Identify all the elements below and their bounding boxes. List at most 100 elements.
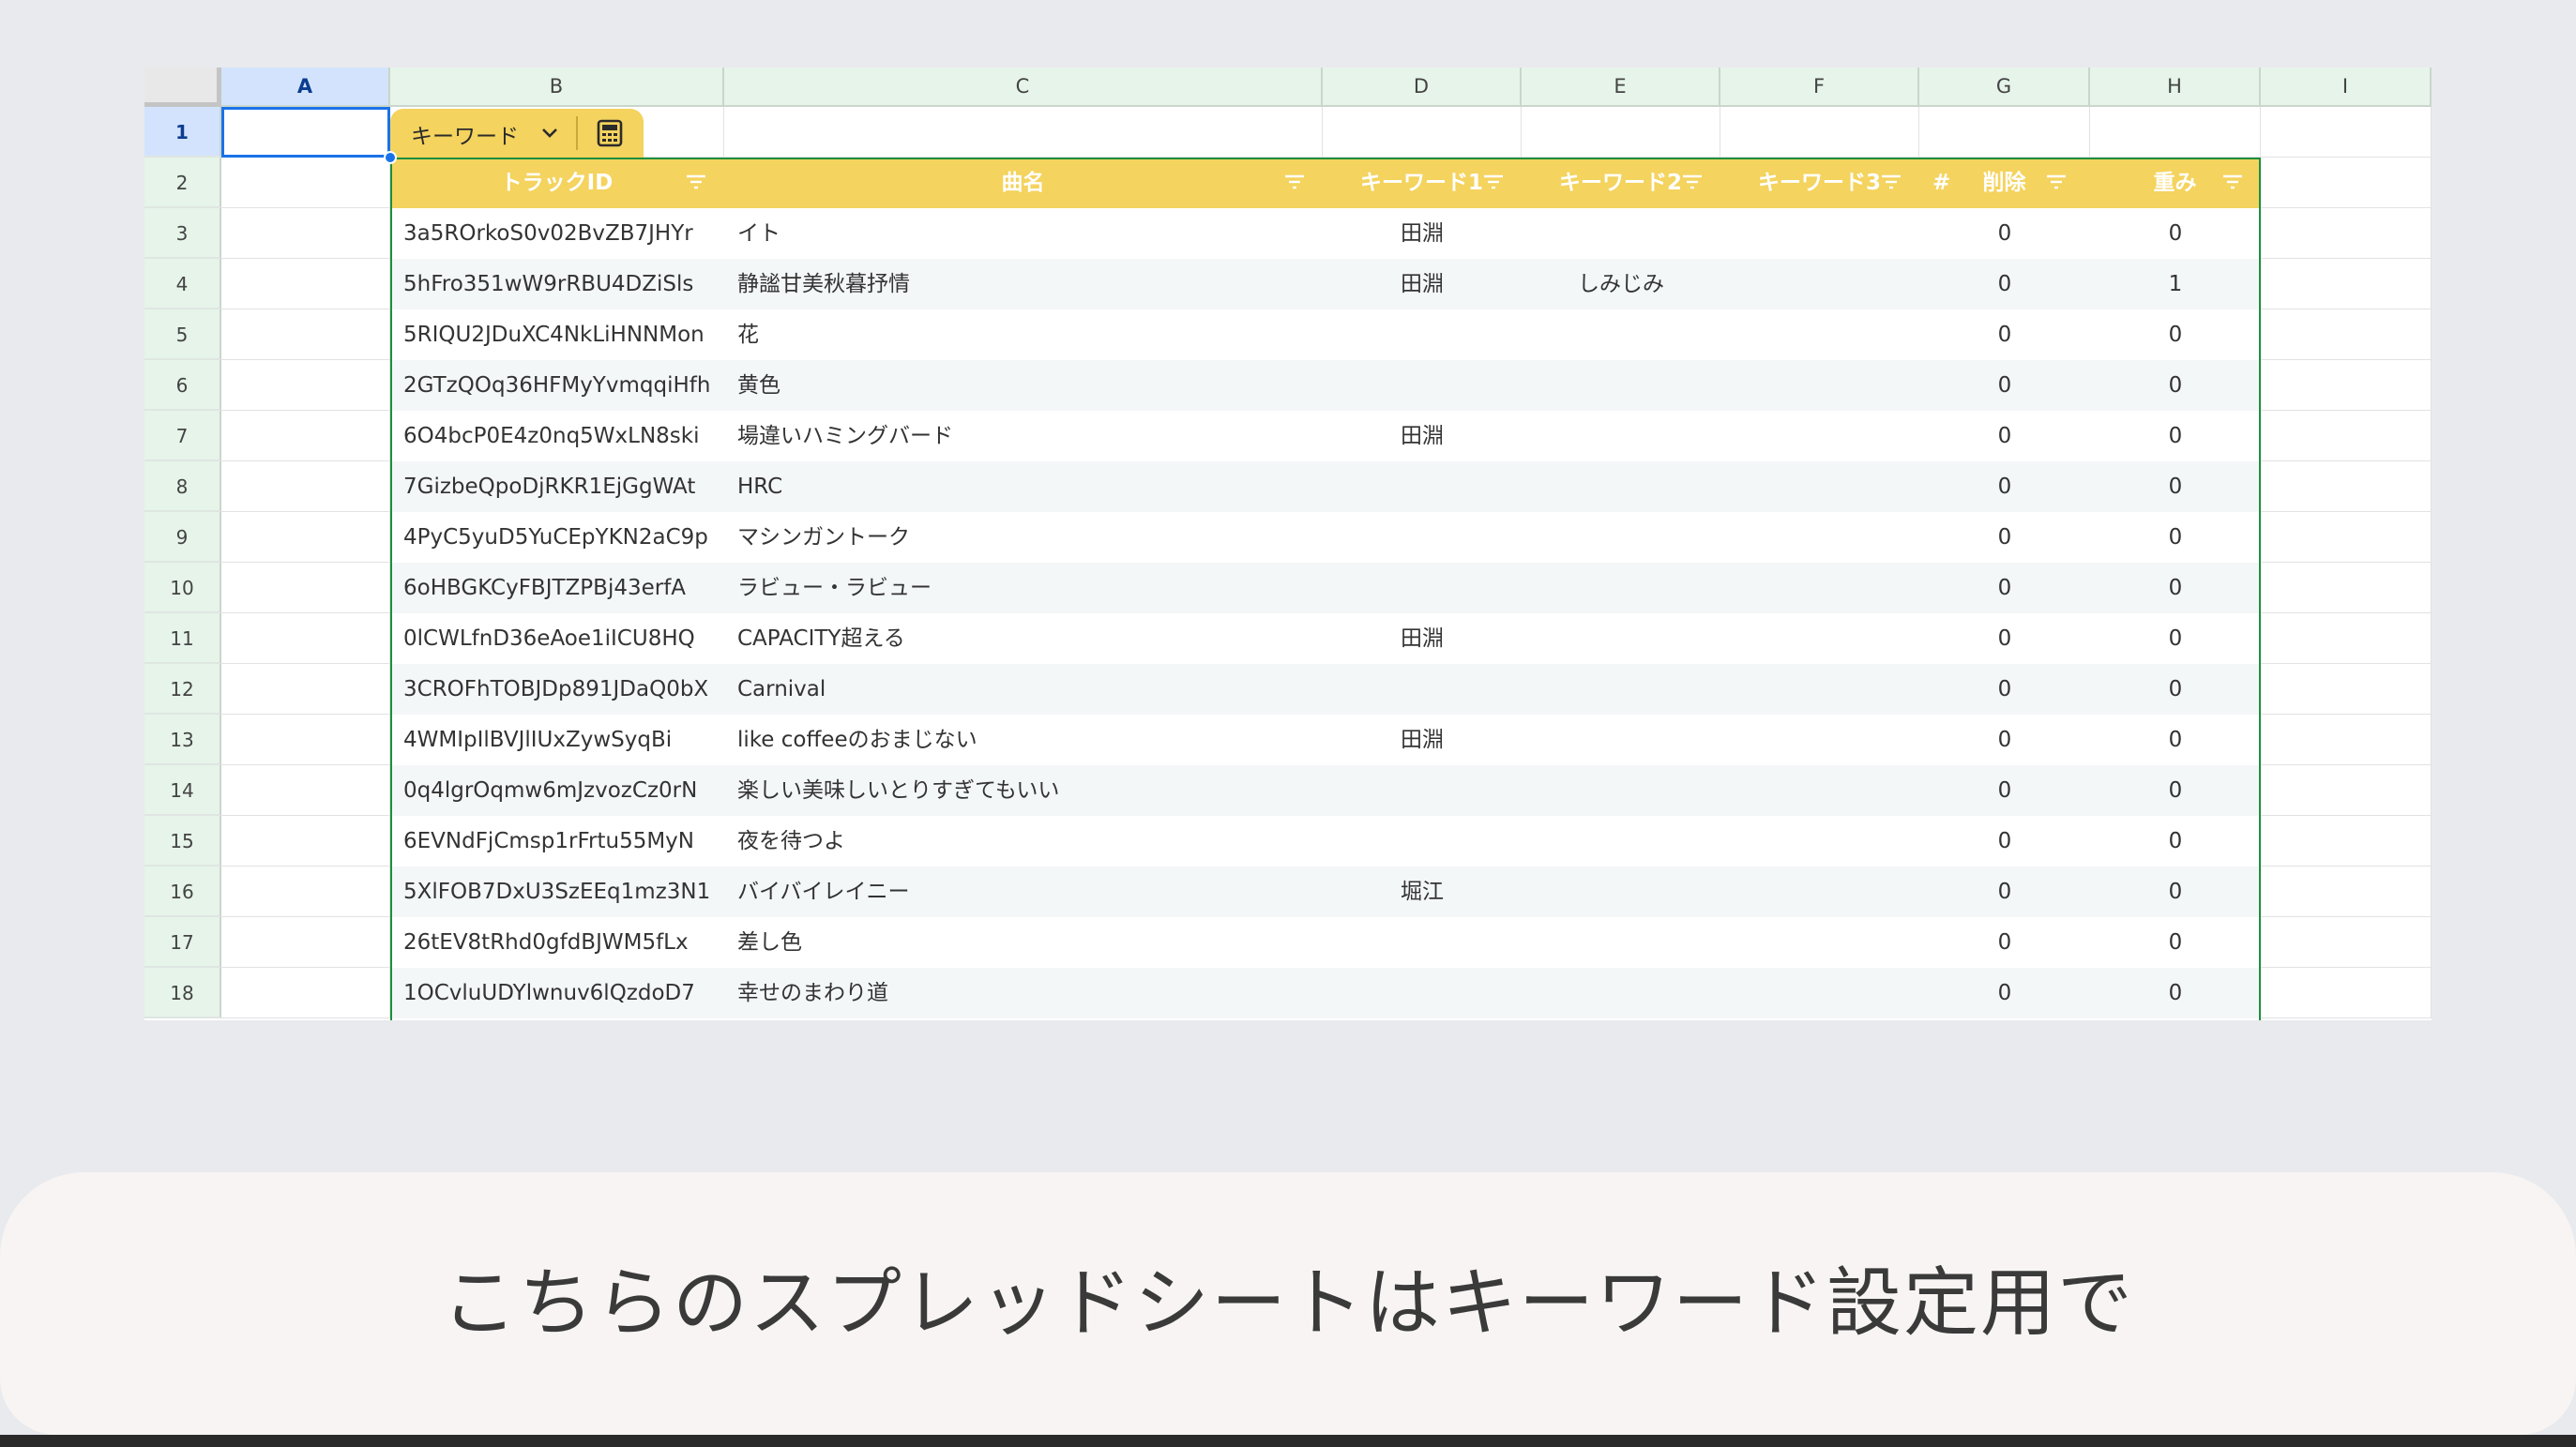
filter-icon[interactable] [1681, 173, 1704, 191]
filter-icon[interactable] [1482, 173, 1505, 191]
cell-a15[interactable] [221, 816, 390, 867]
keyword1-cell[interactable] [1323, 917, 1522, 968]
row-header-7[interactable]: 7 [144, 411, 221, 461]
keyword3-cell[interactable] [1720, 816, 1919, 867]
row-header-14[interactable]: 14 [144, 765, 221, 816]
title-cell[interactable]: 花 [724, 309, 1323, 360]
keyword1-cell[interactable]: 田淵 [1323, 613, 1522, 664]
weight-cell[interactable]: 0 [2090, 512, 2261, 563]
cell-a18[interactable] [221, 968, 390, 1018]
row-header-15[interactable]: 15 [144, 816, 221, 867]
delete-cell[interactable]: 0 [1919, 917, 2090, 968]
cell-a11[interactable] [221, 613, 390, 664]
keyword3-cell[interactable] [1720, 715, 1919, 765]
cell-a13[interactable] [221, 715, 390, 765]
keyword1-cell[interactable] [1323, 563, 1522, 613]
keyword2-cell[interactable] [1522, 867, 1720, 917]
weight-cell[interactable]: 0 [2090, 867, 2261, 917]
weight-cell[interactable]: 0 [2090, 917, 2261, 968]
row-header-4[interactable]: 4 [144, 259, 221, 309]
delete-cell[interactable]: 0 [1919, 816, 2090, 867]
calculator-icon[interactable] [595, 118, 625, 148]
title-cell[interactable]: 黄色 [724, 360, 1323, 411]
keyword1-cell[interactable] [1323, 765, 1522, 816]
keyword1-cell[interactable]: 田淵 [1323, 208, 1522, 259]
keyword2-cell[interactable] [1522, 816, 1720, 867]
keyword3-cell[interactable] [1720, 664, 1919, 715]
cell-i11[interactable] [2261, 613, 2432, 664]
title-cell[interactable]: 場違いハミングバード [724, 411, 1323, 461]
cell-a4[interactable] [221, 259, 390, 309]
filter-icon[interactable] [2045, 173, 2068, 191]
row-header-16[interactable]: 16 [144, 867, 221, 917]
title-cell[interactable]: HRC [724, 461, 1323, 512]
keyword1-cell[interactable] [1323, 461, 1522, 512]
keyword1-cell[interactable] [1323, 816, 1522, 867]
cell-c1[interactable] [724, 107, 1323, 158]
row-header-8[interactable]: 8 [144, 461, 221, 512]
filter-icon[interactable] [2221, 173, 2244, 191]
cell-i18[interactable] [2261, 968, 2432, 1018]
track-id-cell[interactable]: 2GTzQOq36HFMyYvmqqiHfh [390, 360, 724, 411]
cell-i8[interactable] [2261, 461, 2432, 512]
table-header-keyword2[interactable]: キーワード2 [1522, 158, 1720, 208]
keyword1-cell[interactable] [1323, 309, 1522, 360]
cell-i17[interactable] [2261, 917, 2432, 968]
keyword2-cell[interactable] [1522, 411, 1720, 461]
keyword3-cell[interactable] [1720, 765, 1919, 816]
cell-e1[interactable] [1522, 107, 1720, 158]
cell-a16[interactable] [221, 867, 390, 917]
select-all-corner[interactable] [144, 68, 221, 107]
delete-cell[interactable]: 0 [1919, 360, 2090, 411]
title-cell[interactable]: 幸せのまわり道 [724, 968, 1323, 1018]
keyword3-cell[interactable] [1720, 613, 1919, 664]
row-header-5[interactable]: 5 [144, 309, 221, 360]
weight-cell[interactable]: 0 [2090, 613, 2261, 664]
weight-cell[interactable]: 0 [2090, 563, 2261, 613]
row-header-17[interactable]: 17 [144, 917, 221, 968]
cell-i6[interactable] [2261, 360, 2432, 411]
cell-i4[interactable] [2261, 259, 2432, 309]
cell-a10[interactable] [221, 563, 390, 613]
chevron-down-icon[interactable] [538, 124, 561, 143]
cell-a17[interactable] [221, 917, 390, 968]
delete-cell[interactable]: 0 [1919, 259, 2090, 309]
keyword2-cell[interactable] [1522, 208, 1720, 259]
weight-cell[interactable]: 0 [2090, 208, 2261, 259]
table-header-track-id[interactable]: トラックID [390, 158, 724, 208]
track-id-cell[interactable]: 26tEV8tRhd0gfdBJWM5fLx [390, 917, 724, 968]
row-header-11[interactable]: 11 [144, 613, 221, 664]
cell-i15[interactable] [2261, 816, 2432, 867]
keyword2-cell[interactable] [1522, 512, 1720, 563]
delete-cell[interactable]: 0 [1919, 512, 2090, 563]
title-cell[interactable]: イト [724, 208, 1323, 259]
title-cell[interactable]: 差し色 [724, 917, 1323, 968]
cell-i13[interactable] [2261, 715, 2432, 765]
keyword1-cell[interactable]: 田淵 [1323, 715, 1522, 765]
filter-icon[interactable] [685, 173, 707, 191]
weight-cell[interactable]: 0 [2090, 664, 2261, 715]
delete-cell[interactable]: 0 [1919, 664, 2090, 715]
title-cell[interactable]: マシンガントーク [724, 512, 1323, 563]
keyword3-cell[interactable] [1720, 512, 1919, 563]
cell-a5[interactable] [221, 309, 390, 360]
filter-icon[interactable] [1880, 173, 1902, 191]
cell-a1[interactable] [221, 107, 390, 158]
title-cell[interactable]: like coffeeのおまじない [724, 715, 1323, 765]
cell-a7[interactable] [221, 411, 390, 461]
title-cell[interactable]: Carnival [724, 664, 1323, 715]
cell-a14[interactable] [221, 765, 390, 816]
table-header-weight[interactable]: 重み [2090, 158, 2261, 208]
keyword3-cell[interactable] [1720, 917, 1919, 968]
keyword3-cell[interactable] [1720, 360, 1919, 411]
keyword3-cell[interactable] [1720, 867, 1919, 917]
keyword3-cell[interactable] [1720, 968, 1919, 1018]
delete-cell[interactable]: 0 [1919, 309, 2090, 360]
weight-cell[interactable]: 0 [2090, 968, 2261, 1018]
track-id-cell[interactable]: 6O4bcP0E4z0nq5WxLN8ski [390, 411, 724, 461]
weight-cell[interactable]: 0 [2090, 715, 2261, 765]
keyword1-cell[interactable] [1323, 360, 1522, 411]
weight-cell[interactable]: 0 [2090, 309, 2261, 360]
table-header-keyword3[interactable]: キーワード3 [1720, 158, 1919, 208]
table-header-delete[interactable]: 削除 # [1919, 158, 2090, 208]
